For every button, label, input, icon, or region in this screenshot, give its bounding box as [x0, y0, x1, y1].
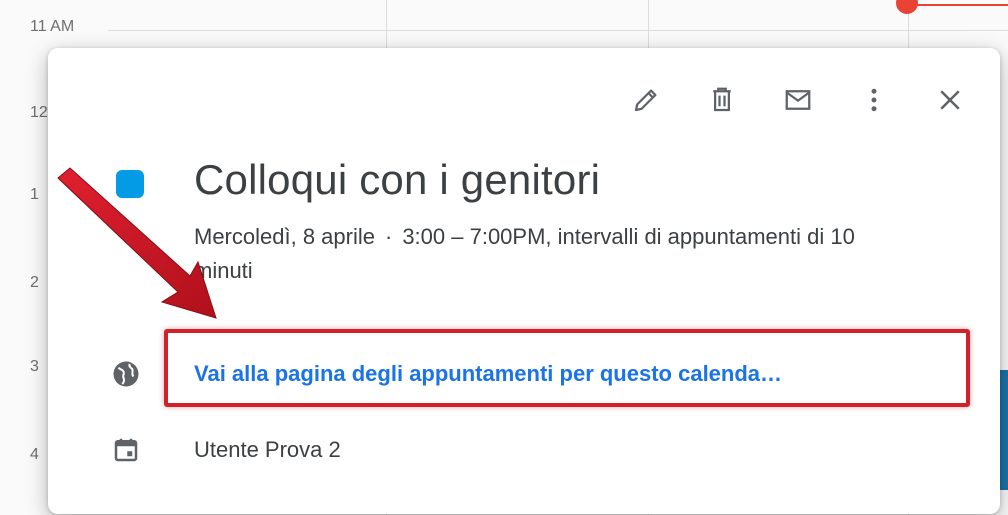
close-icon: [940, 90, 960, 110]
hour-label: 11 AM: [30, 18, 75, 35]
calendar-icon: [106, 430, 146, 470]
delete-button[interactable]: [702, 80, 742, 120]
email-guests-button[interactable]: [778, 80, 818, 120]
event-datetime: Mercoledì, 8 aprile · 3:00 – 7:00PM, inter…: [194, 220, 894, 288]
edit-button[interactable]: [626, 80, 666, 120]
more-vert-icon: [871, 88, 877, 112]
grid-line: [108, 30, 1008, 31]
event-title: Colloqui con i genitori: [194, 156, 601, 203]
event-details-popup: Colloqui con i genitori Mercoledì, 8 apr…: [48, 48, 1000, 514]
annotation-highlight-box: [164, 329, 970, 407]
current-time-dot: [896, 0, 918, 14]
globe-icon: [106, 354, 146, 394]
event-date: Mercoledì, 8 aprile: [194, 224, 375, 249]
calendar-owner-name: Utente Prova 2: [194, 437, 341, 462]
event-color-indicator: [116, 170, 144, 198]
calendar-owner-row: Utente Prova 2: [106, 430, 341, 470]
current-time-line: [906, 4, 1008, 6]
hour-label: 12: [30, 104, 48, 121]
trash-icon: [713, 87, 731, 112]
hour-label: 3: [30, 358, 39, 375]
close-button[interactable]: [930, 80, 970, 120]
hour-label: 1: [30, 186, 39, 203]
separator: ·: [384, 224, 393, 249]
popup-toolbar: [626, 80, 970, 120]
hour-label: 2: [30, 274, 39, 291]
pencil-icon: [634, 89, 657, 112]
email-icon: [785, 90, 811, 110]
more-options-button[interactable]: [854, 80, 894, 120]
hour-label: 4: [30, 446, 39, 463]
